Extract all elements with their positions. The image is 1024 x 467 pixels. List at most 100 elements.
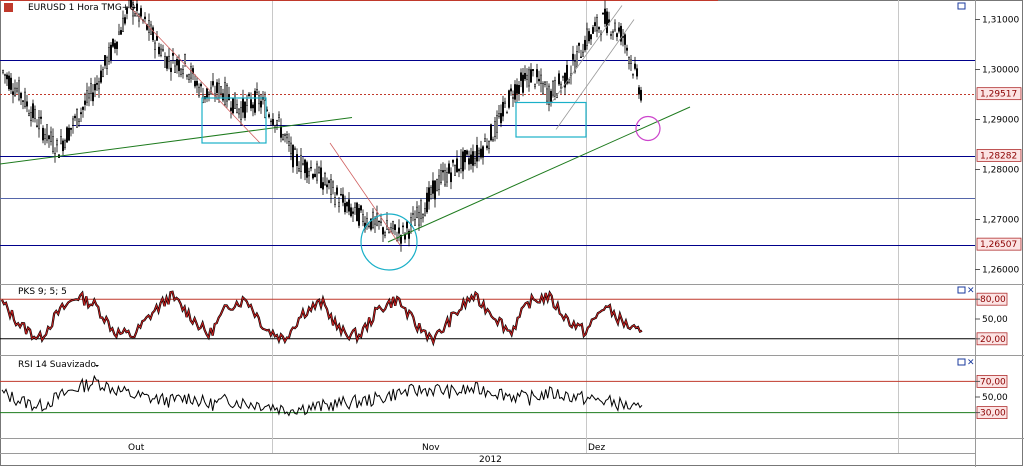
- candle-body: [168, 55, 170, 62]
- candle-body: [314, 173, 316, 178]
- candle-body: [288, 141, 290, 146]
- month-label-out: Out: [128, 443, 145, 453]
- candle-body: [448, 163, 450, 174]
- candle-body: [42, 127, 44, 141]
- candle-body: [226, 84, 228, 102]
- price-tick-label: 1,28000: [982, 166, 1019, 176]
- candle-body: [598, 27, 600, 30]
- candle-body: [6, 74, 8, 80]
- osc-tick-label: 50,00: [982, 315, 1008, 325]
- candle-body: [516, 84, 518, 94]
- candle-body: [494, 121, 496, 138]
- candle-body: [14, 87, 16, 96]
- candle-body: [116, 41, 118, 49]
- candle-body: [36, 125, 38, 127]
- candle-body: [152, 27, 154, 41]
- candle-body: [92, 92, 94, 102]
- symbol-title[interactable]: EURUSD 1 Hora TMG+0: [28, 3, 135, 13]
- candle-body: [72, 118, 74, 126]
- candle-body: [12, 91, 14, 95]
- candle-body: [160, 48, 162, 56]
- candle-body: [34, 109, 36, 119]
- candle-body: [462, 151, 464, 172]
- candle-body: [320, 167, 322, 189]
- osc-line: [1, 374, 643, 417]
- candle-body: [362, 214, 364, 222]
- candle-body: [508, 90, 510, 108]
- pks-maximize-icon[interactable]: [957, 286, 966, 294]
- candle-body: [514, 84, 516, 100]
- candle-body: [208, 91, 210, 95]
- price-level-label: 1,26507: [980, 240, 1017, 250]
- candle-body: [200, 83, 202, 87]
- candle-body: [184, 54, 186, 65]
- candle-body: [62, 140, 64, 152]
- year-label: 2012: [479, 455, 502, 465]
- candle-body: [474, 157, 476, 165]
- candle-body: [428, 187, 430, 202]
- candle-body: [254, 90, 256, 113]
- candle-body: [540, 74, 542, 84]
- candle-body: [4, 74, 6, 76]
- candle-body: [276, 120, 278, 125]
- candle-body: [384, 232, 386, 236]
- candle-body: [308, 171, 310, 177]
- candle-body: [196, 80, 198, 86]
- rsi-maximize-icon[interactable]: [957, 358, 966, 366]
- candle-body: [374, 218, 376, 225]
- candle-body: [284, 134, 286, 136]
- candle-body: [272, 119, 274, 125]
- candle-body: [356, 202, 358, 222]
- rsi-pane: 70,00 50,00 30,00: [0, 374, 1008, 420]
- candle-body: [86, 90, 88, 103]
- candle-body: [292, 144, 294, 168]
- chart-frame: [0, 0, 1023, 466]
- candle-body: [616, 33, 618, 37]
- candle-body: [176, 59, 178, 66]
- candle-body: [166, 56, 168, 69]
- candle-body: [138, 13, 140, 22]
- maximize-icon[interactable]: [957, 2, 966, 10]
- candle-body: [544, 81, 546, 85]
- candle-body: [548, 85, 550, 105]
- pks-close-icon[interactable]: ✕: [967, 286, 975, 296]
- candle-body: [324, 173, 326, 185]
- pks-title[interactable]: PKS 9; 5; 5: [18, 287, 67, 297]
- candle-body: [432, 180, 434, 194]
- candle-body: [536, 69, 538, 78]
- candle-body: [596, 17, 598, 32]
- candle-body: [282, 134, 284, 140]
- candle-body: [78, 118, 80, 122]
- pks-pane: 80,00 50,00 20,00: [0, 289, 1008, 347]
- candle-body: [28, 113, 30, 116]
- rsi-close-icon[interactable]: ✕: [967, 358, 975, 368]
- candle-body: [256, 89, 258, 94]
- candle-body: [280, 126, 282, 138]
- candle-body: [584, 39, 586, 51]
- candle-body: [522, 74, 524, 93]
- candle-body: [328, 180, 330, 184]
- candle-body: [66, 127, 68, 143]
- candle-body: [20, 92, 22, 99]
- candle-body: [48, 135, 50, 140]
- candle-body: [114, 43, 116, 49]
- candle-body: [482, 146, 484, 158]
- osc-level-label: 80,00: [980, 295, 1006, 305]
- candle-body: [530, 69, 532, 83]
- candle-body: [252, 104, 254, 109]
- candle-body: [242, 97, 244, 113]
- candle-body: [418, 211, 420, 226]
- candle-body: [468, 158, 470, 165]
- candle-body: [230, 107, 232, 111]
- candle-body: [630, 59, 632, 64]
- fx-logo-icon: [4, 3, 13, 12]
- candle-body: [312, 174, 314, 179]
- candle-body: [546, 88, 548, 102]
- candle-body: [338, 202, 340, 207]
- rsi-title[interactable]: RSI 14 Suavizado: [18, 360, 97, 370]
- candle-body: [626, 47, 628, 51]
- candle-body: [440, 170, 442, 183]
- candle-body: [222, 93, 224, 101]
- candle-body: [528, 69, 530, 87]
- candle-body: [16, 87, 18, 92]
